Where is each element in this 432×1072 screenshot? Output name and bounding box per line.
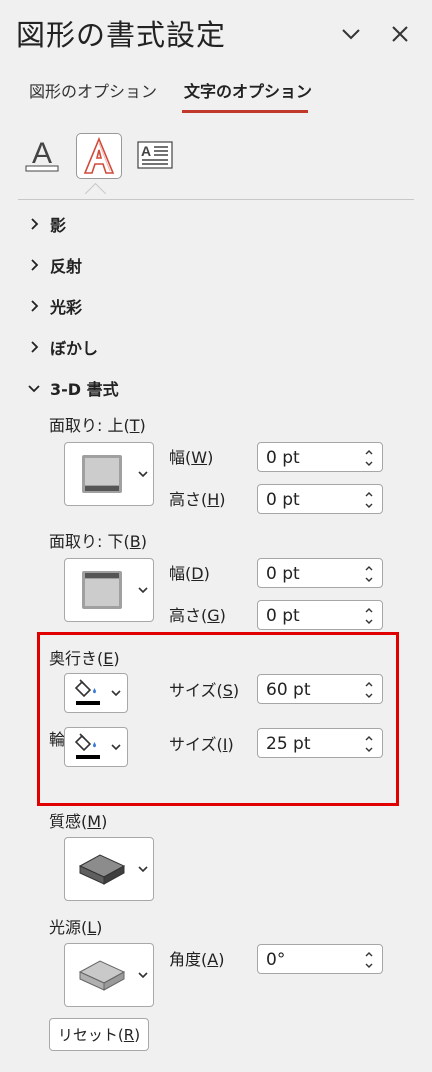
section-glow[interactable]: 光彩 [28,294,82,318]
spinner-value: 60 pt [266,680,311,700]
divider [18,199,414,200]
depth-label: 奥行き(E) [49,649,120,668]
spinner-value: 0° [266,950,286,970]
spinner-arrows-icon [365,492,373,508]
bevel-top-dropdown[interactable] [64,442,154,506]
spinner-value: 0 pt [266,448,300,468]
text-fill-outline-icon: A [25,137,59,172]
active-tab-indicator [182,110,308,113]
section-soft-edges-label: ぼかし [50,339,99,358]
chevron-down-icon [138,972,148,979]
chevron-down-icon [111,690,121,697]
chevron-down-icon [138,866,148,873]
pane-title: 図形の書式設定 [16,18,227,52]
bevel-bottom-height-label: 高さ(G) [169,606,226,625]
chevron-right-icon [31,218,39,230]
bevel-top-height-spinner[interactable]: 0 pt [257,484,383,514]
lighting-angle-spinner[interactable]: 0° [257,944,383,974]
contour-color-button[interactable] [64,727,128,767]
section-3d-format-label: 3-D 書式 [50,380,119,399]
spinner-arrows-icon [365,608,373,624]
lighting-dropdown[interactable] [64,943,154,1007]
chevron-down-icon [111,744,121,751]
section-glow-label: 光彩 [50,298,83,317]
bevel-bottom-preview-icon [82,571,122,609]
material-label: 質感(M) [49,812,108,831]
bevel-top-label: 面取り: 上(T) [49,416,146,435]
bevel-top-width-label: 幅(W) [169,448,214,467]
chevron-right-icon [31,259,39,271]
section-shadow-label: 影 [50,216,67,235]
section-shadow[interactable]: 影 [28,212,66,236]
lighting-preview-icon [78,960,126,991]
depth-color-button[interactable] [64,673,128,713]
spinner-value: 0 pt [266,490,300,510]
chevron-right-icon [31,300,39,312]
lighting-label: 光源(L) [49,918,103,937]
reset-button[interactable]: リセット(R) [49,1018,149,1051]
spinner-arrows-icon [365,952,373,968]
close-icon[interactable] [386,20,414,48]
section-reflection[interactable]: 反射 [28,253,82,277]
textbox-icon: A [137,141,173,169]
chevron-right-icon [31,341,39,353]
tab-text-options[interactable]: 文字のオプション [184,78,312,102]
text-effects-tab[interactable] [76,133,122,179]
bevel-top-preview-icon [82,455,122,493]
text-effects-icon [83,137,115,174]
bevel-bottom-width-spinner[interactable]: 0 pt [257,558,383,588]
collapse-chevron-icon[interactable] [337,20,365,48]
subtab-pointer [84,182,107,205]
spinner-arrows-icon [365,566,373,582]
text-fill-outline-tab[interactable]: A [20,133,64,177]
tab-shape-options[interactable]: 図形のオプション [29,78,157,102]
svg-text:A: A [32,137,52,170]
bevel-bottom-label: 面取り: 下(B) [49,532,147,551]
section-3d-format[interactable]: 3-D 書式 [28,376,119,400]
material-preview-icon [78,854,126,885]
paint-bucket-icon [74,733,100,759]
depth-size-spinner[interactable]: 60 pt [257,674,383,704]
section-reflection-label: 反射 [50,257,83,276]
material-dropdown[interactable] [64,837,154,901]
depth-size-label: サイズ(S) [169,681,240,700]
bevel-bottom-height-spinner[interactable]: 0 pt [257,600,383,630]
bevel-bottom-dropdown[interactable] [64,558,154,622]
spinner-arrows-icon [365,682,373,698]
section-soft-edges[interactable]: ぼかし [28,335,98,359]
spinner-arrows-icon [365,450,373,466]
bevel-top-width-spinner[interactable]: 0 pt [257,442,383,472]
spinner-value: 0 pt [266,564,300,584]
spinner-value: 0 pt [266,606,300,626]
bevel-bottom-width-label: 幅(D) [169,564,210,583]
paint-bucket-icon [74,679,100,705]
contour-size-spinner[interactable]: 25 pt [257,728,383,758]
contour-size-label: サイズ(I) [169,735,234,754]
svg-text:A: A [141,143,151,159]
chevron-down-icon [28,385,40,393]
chevron-down-icon [138,471,148,478]
bevel-top-height-label: 高さ(H) [169,490,226,509]
spinner-value: 25 pt [266,734,311,754]
chevron-down-icon [138,587,148,594]
spinner-arrows-icon [365,736,373,752]
lighting-angle-label: 角度(A) [169,950,225,969]
textbox-tab[interactable]: A [133,133,177,177]
